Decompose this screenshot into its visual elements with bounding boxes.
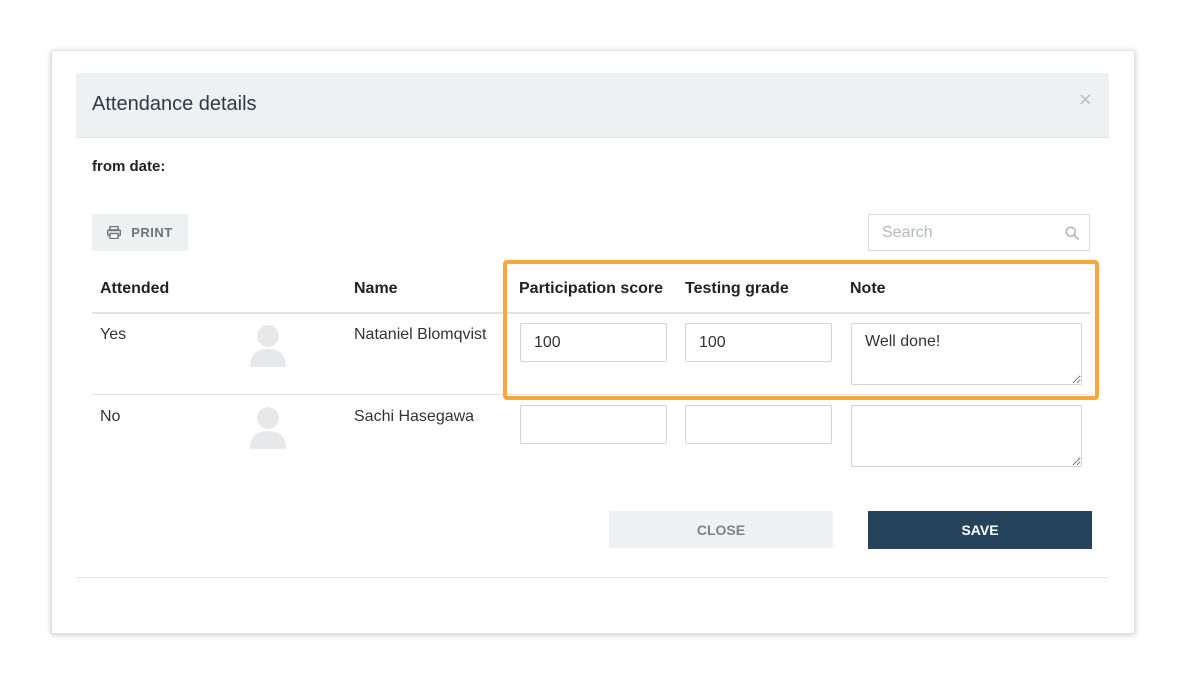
- column-header-name: Name: [354, 280, 398, 297]
- attended-value: No: [100, 408, 121, 425]
- avatar-placeholder-icon: [250, 407, 286, 449]
- search-icon[interactable]: [1065, 226, 1079, 240]
- student-name: Sachi Hasegawa: [354, 408, 475, 425]
- modal-title: Attendance details: [92, 93, 257, 115]
- page: Attendance details × from date: PRINT At…: [0, 0, 1183, 684]
- attendance-modal: Attendance details × from date: PRINT At…: [51, 50, 1135, 634]
- row-divider: [92, 394, 1090, 395]
- close-icon[interactable]: ×: [1078, 89, 1093, 110]
- save-button[interactable]: SAVE: [868, 511, 1092, 549]
- student-name: Nataniel Blomqvist: [354, 326, 487, 343]
- search-box: [868, 214, 1090, 251]
- from-date-label: from date:: [92, 158, 166, 175]
- testing-grade-input[interactable]: [685, 405, 832, 444]
- modal-footer-divider: [76, 577, 1109, 578]
- note-textarea[interactable]: [851, 405, 1082, 467]
- column-header-attended: Attended: [100, 280, 170, 297]
- testing-grade-input[interactable]: [685, 323, 832, 362]
- participation-score-input[interactable]: [520, 323, 667, 362]
- print-button-label: PRINT: [131, 225, 173, 240]
- printer-icon: [107, 226, 122, 239]
- table-header-divider: [92, 312, 1090, 314]
- modal-header: Attendance details ×: [76, 73, 1109, 138]
- column-header-testing-grade: Testing grade: [685, 280, 789, 297]
- avatar-placeholder-icon: [250, 325, 286, 367]
- column-header-note: Note: [850, 280, 886, 297]
- search-input[interactable]: [869, 215, 1062, 250]
- attended-value: Yes: [100, 326, 127, 343]
- note-textarea[interactable]: Well done!: [851, 323, 1082, 385]
- participation-score-input[interactable]: [520, 405, 667, 444]
- column-header-participation-score: Participation score: [519, 280, 664, 297]
- close-button[interactable]: CLOSE: [609, 511, 833, 548]
- print-button[interactable]: PRINT: [92, 214, 188, 251]
